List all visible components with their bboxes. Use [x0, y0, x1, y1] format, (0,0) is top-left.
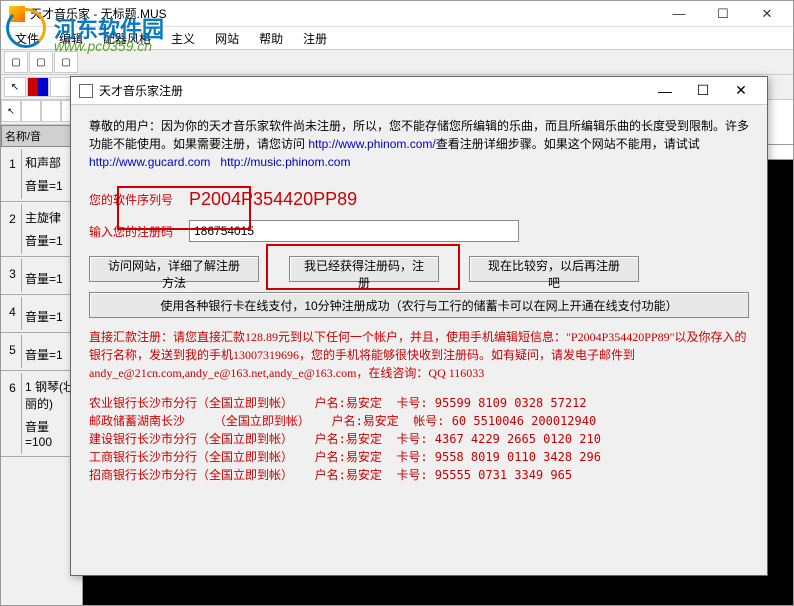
dialog-icon: [79, 84, 93, 98]
maximize-button[interactable]: ☐: [705, 3, 741, 25]
close-button[interactable]: ✕: [749, 3, 785, 25]
dialog-minimize-button[interactable]: —: [647, 80, 683, 102]
track-name: 和声部: [25, 151, 76, 174]
dialog-titlebar[interactable]: 天才音乐家注册 — ☐ ✕: [71, 77, 767, 105]
track-volume: 音量=1: [25, 174, 76, 197]
menu-help[interactable]: 帮助: [251, 28, 291, 49]
app-icon: [9, 6, 25, 22]
bank-accounts: 农业银行长沙市分行（全国立即到帐） 户名:易安定 卡号: 95599 8109 …: [89, 394, 749, 484]
window-controls: — ☐ ✕: [661, 3, 785, 25]
track-volume: 音量=1: [25, 267, 76, 290]
arrow-tool-icon[interactable]: ↖: [4, 77, 26, 97]
online-pay-button[interactable]: 使用各种银行卡在线支付，10分钟注册成功（农行与工行的储蓄卡可以在网上开通在线支…: [89, 292, 749, 318]
track-name: 主旋律: [25, 206, 76, 229]
visit-website-button[interactable]: 访问网站，详细了解注册方法: [89, 256, 259, 282]
track-volume: 音量=1: [25, 343, 76, 366]
track-number: 1: [4, 149, 22, 199]
remittance-info: 直接汇款注册：请您直接汇款128.89元到以下任何一个帐户，并且，使用手机编辑短…: [89, 328, 749, 382]
track-number: 3: [4, 259, 22, 292]
register-code-input[interactable]: [189, 220, 519, 242]
window-title: 天才音乐家 - 无标题.MUS: [30, 5, 167, 22]
track-name: 1 钢琴(壮丽的): [25, 375, 76, 415]
serial-label: 您的软件序列号: [89, 191, 189, 208]
notice-link-2[interactable]: http://www.gucard.com: [89, 155, 210, 169]
tool-3[interactable]: [50, 77, 72, 97]
track-number: 2: [4, 204, 22, 254]
menu-theory[interactable]: 主义: [163, 28, 203, 49]
main-titlebar[interactable]: 天才音乐家 - 无标题.MUS — ☐ ✕: [1, 1, 793, 27]
notice-link-3[interactable]: http://music.phinom.com: [220, 155, 350, 169]
notice-link-1[interactable]: http://www.phinom.com/: [308, 137, 435, 151]
notice-text: 尊敬的用户：因为你的天才音乐家软件尚未注册，所以，您不能存储您所编辑的乐曲，而且…: [89, 117, 749, 171]
left-arrow-icon[interactable]: ↖: [1, 100, 21, 122]
register-dialog: 天才音乐家注册 — ☐ ✕ 尊敬的用户：因为你的天才音乐家软件尚未注册，所以，您…: [70, 76, 768, 576]
color-tool-icon[interactable]: [27, 77, 49, 97]
code-label: 输入您的注册码: [89, 223, 189, 240]
serial-value: P2004P354420PP89: [189, 189, 357, 210]
left-tool-3[interactable]: [41, 100, 61, 122]
dialog-body: 尊敬的用户：因为你的天才音乐家软件尚未注册，所以，您不能存储您所编辑的乐曲，而且…: [71, 105, 767, 496]
tool-open[interactable]: ▢: [29, 51, 53, 73]
menubar: 文件 编辑 配器风格 主义 网站 帮助 注册: [1, 27, 793, 49]
menu-website[interactable]: 网站: [207, 28, 247, 49]
tool-new[interactable]: ▢: [4, 51, 28, 73]
register-button[interactable]: 我已经获得注册码，注册: [289, 256, 439, 282]
tool-save[interactable]: ▢: [54, 51, 78, 73]
menu-file[interactable]: 文件: [7, 28, 47, 49]
left-tool-2[interactable]: [21, 100, 41, 122]
dialog-maximize-button[interactable]: ☐: [685, 80, 721, 102]
track-volume: 音量=100: [25, 415, 76, 452]
track-number: 6: [4, 373, 22, 454]
menu-register[interactable]: 注册: [295, 28, 335, 49]
dialog-title: 天才音乐家注册: [99, 82, 183, 99]
menu-edit[interactable]: 编辑: [51, 28, 91, 49]
dialog-close-button[interactable]: ✕: [723, 80, 759, 102]
minimize-button[interactable]: —: [661, 3, 697, 25]
track-number: 5: [4, 335, 22, 368]
register-later-button[interactable]: 现在比较穷，以后再注册吧: [469, 256, 639, 282]
main-toolbar: ▢ ▢ ▢: [1, 49, 793, 75]
track-volume: 音量=1: [25, 229, 76, 252]
track-number: 4: [4, 297, 22, 330]
track-volume: 音量=1: [25, 305, 76, 328]
menu-style[interactable]: 配器风格: [95, 28, 159, 49]
